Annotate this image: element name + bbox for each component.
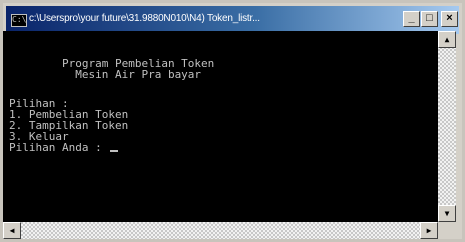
scroll-left-arrow-icon[interactable]: ◀ <box>3 222 21 239</box>
input-prompt-line[interactable]: Pilihan Anda : <box>9 141 119 154</box>
console-icon[interactable]: C:\ <box>11 14 27 27</box>
title-bar[interactable]: C:\ c:\Userspro\your future\31.9880N010\… <box>6 6 459 34</box>
vertical-scrollbar[interactable]: ▲ ▼ <box>438 31 456 222</box>
close-button[interactable]: × <box>441 11 458 27</box>
window-title: c:\Userspro\your future\31.9880N010\N4) … <box>29 13 260 24</box>
resize-grip[interactable] <box>438 222 456 239</box>
maximize-button[interactable]: □ <box>421 11 438 27</box>
scroll-right-arrow-icon[interactable]: ▶ <box>420 222 438 239</box>
minimize-button[interactable]: _ <box>403 11 420 27</box>
console-output[interactable]: Program Pembelian Token Mesin Air Pra ba… <box>3 31 438 222</box>
text-cursor <box>110 150 119 152</box>
console-subheading-line: Mesin Air Pra bayar <box>9 68 202 81</box>
scroll-down-arrow-icon[interactable]: ▼ <box>438 205 456 222</box>
horizontal-scrollbar[interactable]: ◀ ▶ <box>3 222 438 239</box>
scroll-up-arrow-icon[interactable]: ▲ <box>438 31 456 48</box>
input-prompt-label: Pilihan Anda : <box>9 141 109 154</box>
